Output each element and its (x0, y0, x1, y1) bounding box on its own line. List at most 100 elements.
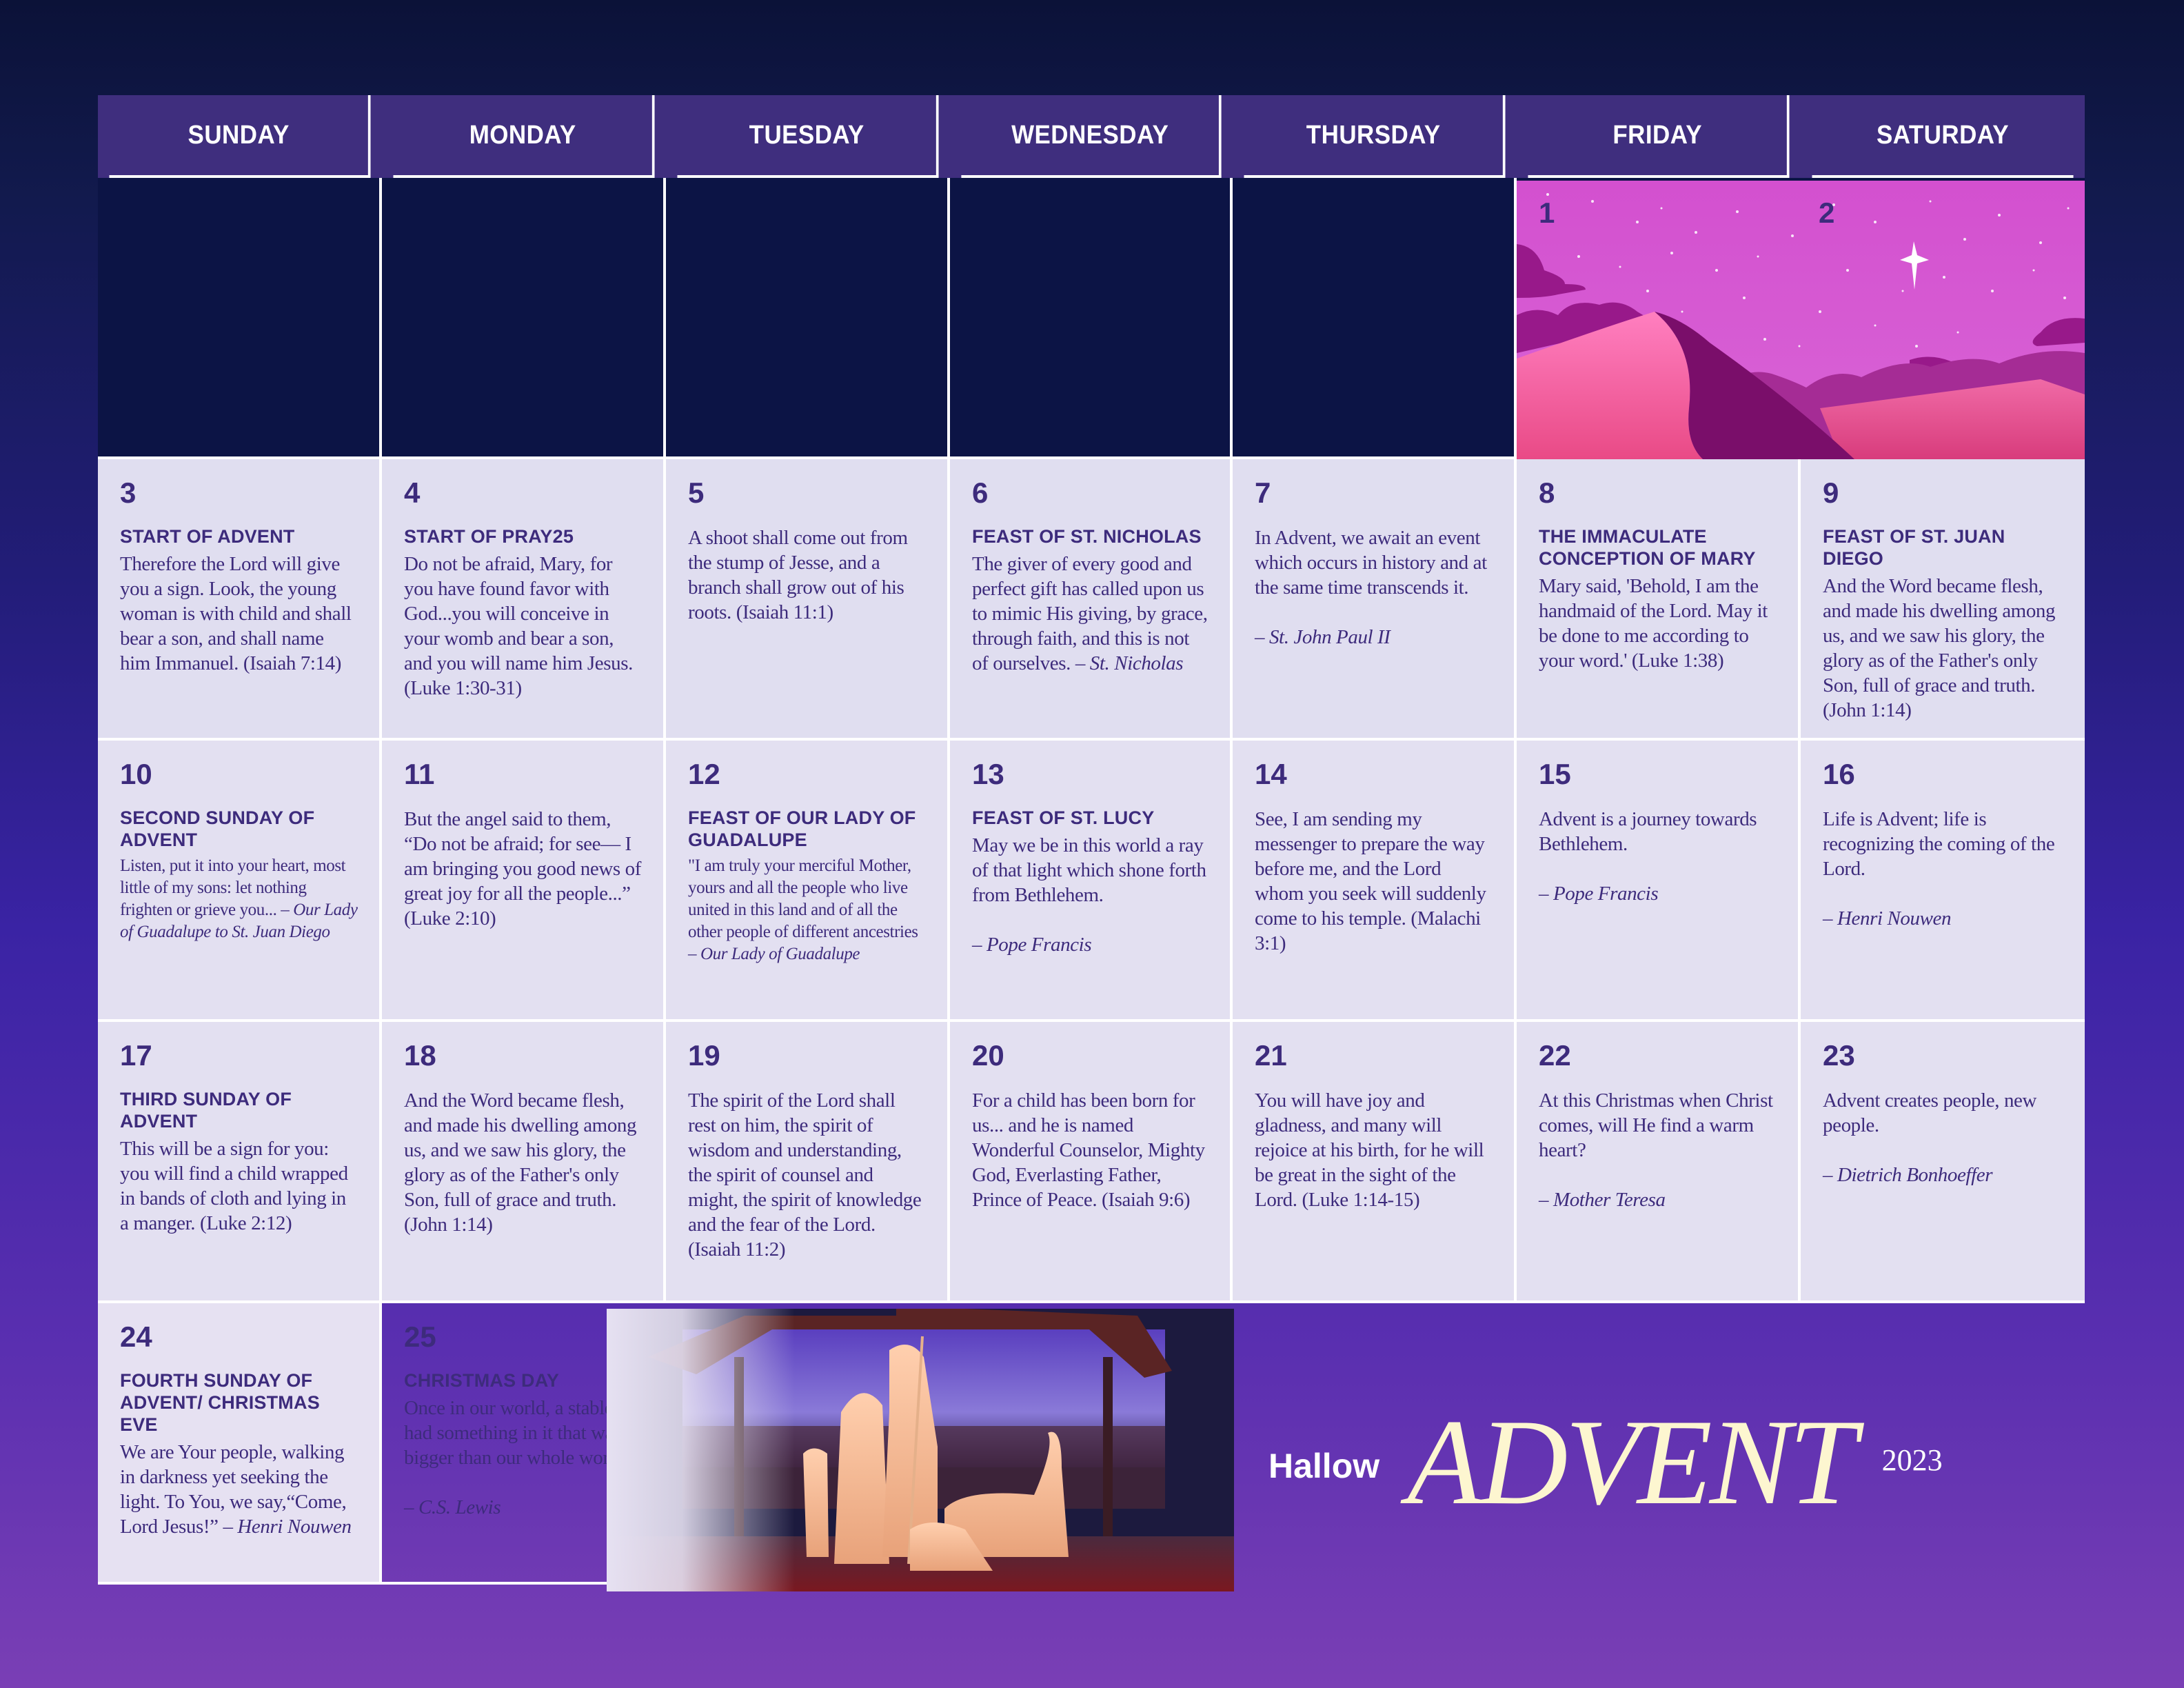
day-cell-11: 11 But the angel said to them, “Do not be… (382, 741, 666, 1022)
quote-attribution: – St. John Paul II (1255, 626, 1391, 648)
day-cell-21: 21 You will have joy and gladness, and ma… (1233, 1022, 1517, 1303)
quote-text: This will be a sign for you: you will fi… (120, 1138, 348, 1234)
day-quote: For a child has been born for us... and … (972, 1088, 1209, 1212)
day-cell-14: 14 See, I am sending my messenger to prep… (1233, 741, 1517, 1022)
day-quote: You will have joy and gladness, and many… (1255, 1088, 1493, 1212)
brand-lockup: Hallow ADVENT 2023 (1268, 1379, 2082, 1545)
day-quote: Mary said, 'Behold, I am the handmaid of… (1539, 574, 1777, 673)
quote-text: Advent creates people, new people. (1823, 1089, 2037, 1136)
day-number-1: 1 (1539, 197, 1555, 229)
day-cell-13: 13 FEAST OF ST. LUCY May we be in this wor… (950, 741, 1233, 1022)
day-number: 20 (972, 1039, 1004, 1072)
weekday-header-row: SUNDAY MONDAY TUESDAY WEDNESDAY THURSDAY… (98, 95, 2085, 178)
quote-attribution: – Pope Francis (1539, 883, 1659, 905)
day-title: START OF PRAY25 (404, 526, 574, 547)
weekday-tuesday: TUESDAY (677, 95, 939, 178)
quote-attribution: – Pope Francis (972, 934, 1092, 956)
day-quote: And the Word became flesh, and made his … (404, 1088, 643, 1237)
desert-night-star-illustration: 1 2 (1517, 181, 2085, 459)
quote-text: But the angel said to them, “Do not be a… (404, 808, 642, 930)
nativity-art (607, 1309, 1234, 1591)
quote-text: The spirit of the Lord shall rest on him… (688, 1089, 922, 1260)
day-number: 23 (1823, 1039, 1855, 1072)
day-cell-19: 19 The spirit of the Lord shall rest on h… (666, 1022, 950, 1303)
day-quote: Life is Advent; life is recognizing the … (1823, 807, 2064, 931)
day-quote: The spirit of the Lord shall rest on him… (688, 1088, 927, 1262)
day-quote: Do not be afraid, Mary, for you have fou… (404, 552, 643, 701)
day-quote: See, I am sending my messenger to prepar… (1255, 807, 1493, 956)
fade-overlay (607, 1309, 1234, 1591)
quote-text: Mary said, 'Behold, I am the handmaid of… (1539, 575, 1768, 672)
empty-day-cell (666, 178, 950, 459)
day-title: FEAST OF ST. LUCY (972, 807, 1155, 828)
day-quote: A shoot shall come out from the stump of… (688, 525, 927, 625)
day-number: 13 (972, 758, 1004, 790)
day-cell-15: 15 Advent is a journey towards Bethlehem.… (1517, 741, 1801, 1022)
weekday-wednesday: WEDNESDAY (961, 95, 1222, 178)
day-cell-6: 6 FEAST OF ST. NICHOLAS The giver of every… (950, 459, 1233, 741)
empty-day-cell (1233, 178, 1517, 459)
day-title: FEAST OF ST. JUAN DIEGO (1823, 526, 2005, 569)
day-quote: This will be a sign for you: you will fi… (120, 1136, 358, 1236)
day-quote: At this Christmas when Christ comes, wil… (1539, 1088, 1777, 1212)
day-cell-22: 22 At this Christmas when Christ comes, w… (1517, 1022, 1801, 1303)
day-number: 9 (1823, 476, 1839, 509)
weekday-monday: MONDAY (393, 95, 655, 178)
week-row-2: 3 START OF ADVENT Therefore the Lord will … (98, 459, 2085, 741)
nativity-scene-illustration (607, 1309, 1234, 1591)
quote-text: You will have joy and gladness, and many… (1255, 1089, 1484, 1211)
quote-attribution: – Our Lady of Guadalupe (688, 945, 860, 963)
day-title: THIRD SUNDAY OF ADVENT (120, 1089, 292, 1132)
day-title: FEAST OF OUR LADY OF GUADALUPE (688, 807, 916, 850)
day-quote: Therefore the Lord will give you a sign.… (120, 552, 358, 676)
empty-day-cell (382, 178, 666, 459)
quote-text: In Advent, we await an event which occur… (1255, 527, 1487, 599)
advent-title: ADVENT (1407, 1394, 1857, 1530)
quote-text: At this Christmas when Christ comes, wil… (1539, 1089, 1773, 1161)
quote-attribution: – Henri Nouwen (1823, 907, 1952, 930)
day-quote: Listen, put it into your heart, most lit… (120, 855, 358, 943)
day-title: FEAST OF ST. NICHOLAS (972, 526, 1202, 547)
day-cell-20: 20 For a child has been born for us... an… (950, 1022, 1233, 1303)
weekday-friday: FRIDAY (1528, 95, 1790, 178)
day-title: FOURTH SUNDAY OF ADVENT/ CHRISTMAS EVE (120, 1370, 320, 1435)
day-number: 3 (120, 476, 136, 509)
quote-attribution: – Dietrich Bonhoeffer (1823, 1164, 1993, 1186)
day-cell-17: 17 THIRD SUNDAY OF ADVENT This will be a s… (98, 1022, 382, 1303)
quote-text: May we be in this world a ray of that li… (972, 834, 1206, 906)
day-cell-16: 16 Life is Advent; life is recognizing th… (1801, 741, 2085, 1022)
day-number: 7 (1255, 476, 1271, 509)
day-quote: And the Word became flesh, and made his … (1823, 574, 2064, 723)
day-number: 22 (1539, 1039, 1571, 1072)
quote-text: Do not be afraid, Mary, for you have fou… (404, 553, 633, 699)
week-row-4: 17 THIRD SUNDAY OF ADVENT This will be a s… (98, 1022, 2085, 1303)
hallow-logo: Hallow (1268, 1447, 1380, 1485)
day-number: 12 (688, 758, 720, 790)
quote-attribution: – C.S. Lewis (404, 1496, 501, 1518)
quote-attribution: – Mother Teresa (1539, 1189, 1666, 1211)
day-quote: Advent is a journey towards Bethlehem. – … (1539, 807, 1777, 906)
day-number: 16 (1823, 758, 1855, 790)
day-quote: But the angel said to them, “Do not be a… (404, 807, 643, 931)
day-quote: May we be in this world a ray of that li… (972, 833, 1209, 957)
quote-text: And the Word became flesh, and made his … (404, 1089, 637, 1236)
day-number: 14 (1255, 758, 1287, 790)
day-cell-4: 4 START OF PRAY25 Do not be afraid, Mary, … (382, 459, 666, 741)
weekday-saturday: SATURDAY (1812, 95, 2074, 178)
quote-attribution: – St. Nicholas (1071, 652, 1184, 674)
day-cell-3: 3 START OF ADVENT Therefore the Lord will … (98, 459, 382, 741)
quote-text: For a child has been born for us... and … (972, 1089, 1205, 1211)
desert-art (1517, 181, 2085, 459)
day-number: 18 (404, 1039, 436, 1072)
day-cell-7: 7 In Advent, we await an event which occu… (1233, 459, 1517, 741)
quote-text: Advent is a journey towards Bethlehem. (1539, 808, 1757, 855)
quote-text: Therefore the Lord will give you a sign.… (120, 553, 352, 674)
week-row-3: 10 SECOND SUNDAY OF ADVENT Listen, put it … (98, 741, 2085, 1022)
day-number: 21 (1255, 1039, 1287, 1072)
day-number: 19 (688, 1039, 720, 1072)
